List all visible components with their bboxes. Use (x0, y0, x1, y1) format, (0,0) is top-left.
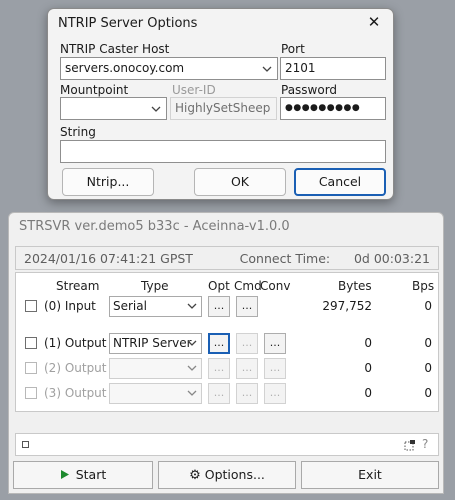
play-icon (60, 470, 69, 479)
password-field[interactable]: ●●●●●●●●● (280, 97, 386, 120)
window-title: STRSVR ver.demo5 b33c - Aceinna-v1.0.0 (19, 219, 290, 234)
header-opt: Opt (208, 279, 230, 293)
dialog-title: NTRIP Server Options (58, 16, 198, 31)
ok-button[interactable]: OK (194, 168, 286, 196)
header-bps: Bps (412, 279, 435, 293)
stream-2-bytes: 0 (364, 361, 372, 375)
mountpoint-combo[interactable] (60, 97, 167, 120)
chevron-down-icon (187, 340, 197, 346)
connect-time-value: 0d 00:03:21 (353, 251, 430, 266)
stream-1-bytes: 0 (364, 336, 372, 350)
stream-1-checkbox[interactable] (25, 337, 37, 349)
header-cmd: Cmd (234, 279, 262, 293)
options-button[interactable]: ⚙ Options... (158, 461, 296, 489)
stream-0-bytes: 297,752 (322, 299, 372, 313)
strsvr-window: STRSVR ver.demo5 b33c - Aceinna-v1.0.0 2… (8, 212, 444, 494)
user-id-label: User-ID (172, 83, 216, 97)
user-id-value: HighlySetSheep (175, 101, 271, 115)
stream-0-type-value: Serial (113, 299, 147, 313)
trace-indicator-icon (22, 441, 29, 448)
chevron-down-icon (187, 303, 197, 309)
port-value: 2101 (285, 61, 316, 75)
stream-2-opt-button[interactable]: ... (208, 358, 230, 379)
header-type: Type (141, 279, 169, 293)
stream-2-label: (2) Output (44, 361, 107, 375)
stream-3-bytes: 0 (364, 386, 372, 400)
caster-host-value: servers.onocoy.com (65, 61, 185, 75)
connect-time-label: Connect Time: (239, 251, 331, 266)
stream-0-type-select[interactable]: Serial (109, 296, 202, 317)
stream-2-bps: 0 (424, 361, 432, 375)
stream-0-opt-button[interactable]: ... (208, 296, 230, 317)
header-stream: Stream (56, 279, 100, 293)
stream-1-opt-button[interactable]: ... (208, 333, 230, 354)
stream-3-bps: 0 (424, 386, 432, 400)
stream-1-bps: 0 (424, 336, 432, 350)
header-bytes: Bytes (338, 279, 372, 293)
caster-host-combo[interactable]: servers.onocoy.com (60, 57, 278, 80)
stream-2-checkbox[interactable] (25, 362, 37, 374)
stream-0-bps: 0 (424, 299, 432, 313)
string-label: String (60, 125, 96, 139)
cancel-button[interactable]: Cancel (294, 168, 386, 196)
chevron-down-icon (151, 106, 161, 112)
stream-3-checkbox[interactable] (25, 387, 37, 399)
current-time: 2024/01/16 07:41:21 GPST (24, 251, 193, 266)
stream-3-label: (3) Output (44, 386, 107, 400)
status-bar: 2024/01/16 07:41:21 GPST Connect Time: 0… (15, 246, 439, 270)
stream-3-type-select[interactable] (109, 383, 202, 404)
close-icon[interactable]: ✕ (364, 13, 384, 31)
stream-1-conv-button[interactable]: ... (264, 333, 286, 354)
stream-2-type-select[interactable] (109, 358, 202, 379)
stream-1-cmd-button[interactable]: ... (236, 333, 258, 354)
chevron-down-icon (187, 390, 197, 396)
stream-2-cmd-button[interactable]: ... (236, 358, 258, 379)
stream-0-cmd-button[interactable]: ... (236, 296, 258, 317)
start-button-label: Start (75, 467, 107, 482)
chevron-down-icon (187, 365, 197, 371)
password-label: Password (281, 83, 338, 97)
ntrip-server-options-dialog: NTRIP Server Options ✕ NTRIP Caster Host… (47, 8, 394, 200)
stream-grid: Stream Type Opt Cmd Conv Bytes Bps (0) I… (15, 272, 439, 412)
stream-3-cmd-button[interactable]: ... (236, 383, 258, 404)
stream-2-conv-button[interactable]: ... (264, 358, 286, 379)
stream-0-label: (0) Input (44, 299, 96, 313)
caster-host-label: NTRIP Caster Host (60, 42, 170, 56)
stream-1-label: (1) Output (44, 336, 107, 350)
string-field[interactable] (60, 140, 386, 163)
stream-1-type-value: NTRIP Server (113, 336, 192, 350)
mountpoint-label: Mountpoint (60, 83, 129, 97)
stream-3-conv-button[interactable]: ... (264, 383, 286, 404)
port-field[interactable]: 2101 (280, 57, 386, 80)
help-icon[interactable]: ? (422, 437, 428, 451)
user-id-field[interactable]: HighlySetSheep (170, 97, 277, 120)
stream-3-opt-button[interactable]: ... (208, 383, 230, 404)
message-bar: ? (15, 433, 439, 456)
chevron-down-icon (262, 66, 272, 72)
exit-button[interactable]: Exit (301, 461, 439, 489)
window-icon[interactable] (404, 439, 416, 451)
connect-time: Connect Time: 0d 00:03:21 (240, 251, 430, 266)
password-value: ●●●●●●●●● (285, 103, 361, 113)
ntrip-button[interactable]: Ntrip... (62, 168, 154, 196)
header-conv: Conv (260, 279, 291, 293)
options-button-label: Options... (204, 467, 265, 482)
port-label: Port (281, 42, 305, 56)
stream-1-type-select[interactable]: NTRIP Server (109, 333, 202, 354)
stream-0-checkbox[interactable] (25, 300, 37, 312)
gear-icon: ⚙ (189, 468, 201, 483)
start-button[interactable]: Start (13, 461, 153, 489)
